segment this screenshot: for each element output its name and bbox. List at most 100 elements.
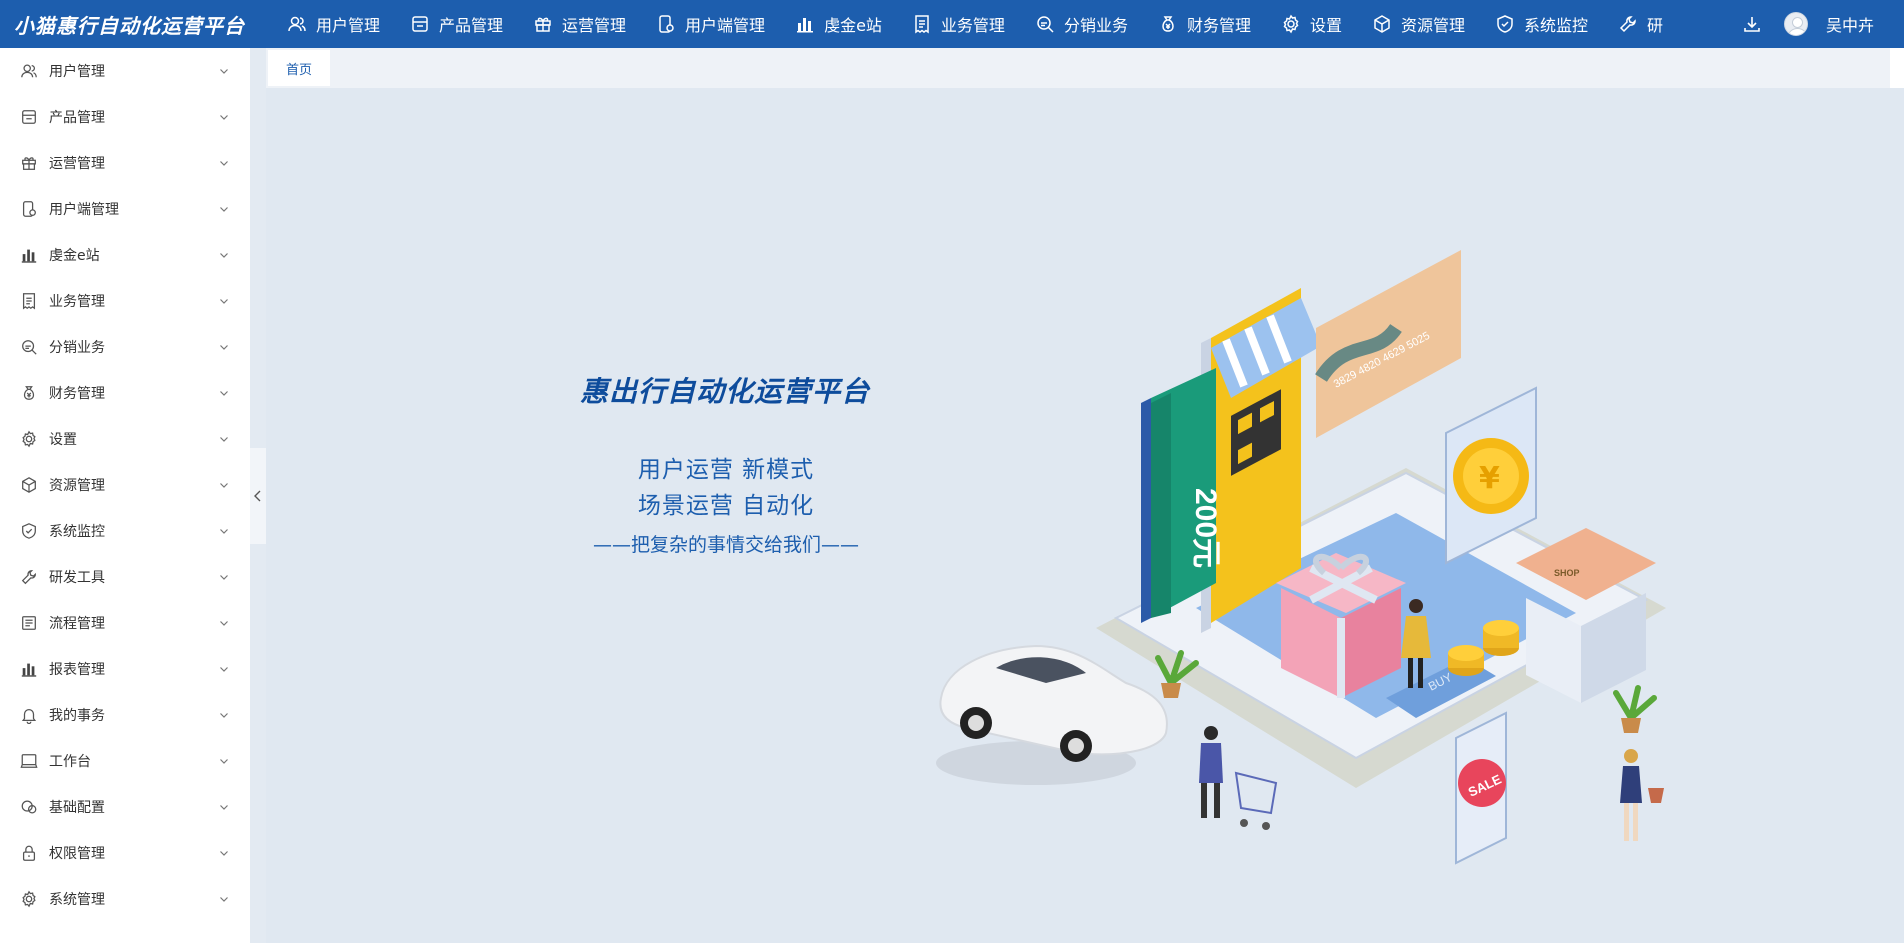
sidebar-item-label: 基础配置 bbox=[49, 800, 105, 816]
top-nav: 用户管理 产品管理 运营管理 用户端管理 虔金e站 业务管理 分销业务 财务管理… bbox=[272, 0, 1728, 48]
top-nav-item-user[interactable]: 用户管理 bbox=[272, 0, 395, 48]
download-icon[interactable] bbox=[1742, 14, 1762, 34]
sidebar-item-business-management[interactable]: 业务管理 bbox=[0, 278, 250, 324]
sidebar-item-my-tasks[interactable]: 我的事务 bbox=[0, 692, 250, 738]
chevron-down-icon bbox=[220, 805, 228, 810]
chevron-down-icon bbox=[220, 69, 228, 74]
sidebar-item-distribution[interactable]: 分销业务 bbox=[0, 324, 250, 370]
chevron-down-icon bbox=[220, 253, 228, 258]
sidebar-item-permissions[interactable]: 权限管理 bbox=[0, 830, 250, 876]
hero-illustration: BUY 200元 3829 4820 4629 5025 ¥ SHOP SALE bbox=[936, 250, 1666, 865]
gear-icon bbox=[1283, 14, 1299, 34]
user-icon bbox=[288, 16, 306, 32]
brand-logo[interactable]: 小猫惠行自动化运营平台 bbox=[0, 10, 272, 39]
top-nav-item-client[interactable]: 用户端管理 bbox=[641, 0, 780, 48]
top-nav-label: 业务管理 bbox=[940, 16, 1005, 35]
sidebar-item-label: 工作台 bbox=[49, 754, 91, 770]
top-nav-label: 分销业务 bbox=[1063, 16, 1128, 35]
sidebar-item-reports[interactable]: 报表管理 bbox=[0, 646, 250, 692]
sidebar-item-product-management[interactable]: 产品管理 bbox=[0, 94, 250, 140]
sidebar-item-label: 资源管理 bbox=[49, 478, 105, 494]
bar-chart-icon bbox=[21, 249, 37, 263]
main-content: 惠出行自动化运营平台 用户运营 新模式 场景运营 自动化 ——把复杂的事情交给我… bbox=[266, 88, 1904, 943]
top-nav-item-distribution[interactable]: 分销业务 bbox=[1020, 0, 1143, 48]
product-icon bbox=[412, 16, 428, 32]
hero-slogan-1: 用户运营 新模式 bbox=[637, 457, 815, 483]
sidebar-item-resource[interactable]: 资源管理 bbox=[0, 462, 250, 508]
top-nav-item-resource[interactable]: 资源管理 bbox=[1357, 0, 1480, 48]
phone-user-icon bbox=[22, 201, 36, 217]
sidebar-item-client-management[interactable]: 用户端管理 bbox=[0, 186, 250, 232]
top-nav-item-finance[interactable]: 财务管理 bbox=[1143, 0, 1266, 48]
sidebar-item-label: 虔金e站 bbox=[49, 248, 100, 264]
search-doc-icon bbox=[1037, 16, 1054, 33]
sidebar-item-estation[interactable]: 虔金e站 bbox=[0, 232, 250, 278]
shield-icon bbox=[22, 523, 36, 539]
hero-tagline: ——把复杂的事情交给我们—— bbox=[592, 534, 859, 556]
chevron-down-icon bbox=[220, 299, 228, 304]
coupon-shadow bbox=[1141, 398, 1151, 623]
username[interactable]: 吴中卉 bbox=[1826, 12, 1874, 36]
sidebar-item-basic-config[interactable]: 基础配置 bbox=[0, 784, 250, 830]
sidebar-item-label: 我的事务 bbox=[49, 708, 105, 724]
top-nav-label: 系统监控 bbox=[1524, 16, 1589, 35]
top-nav-item-product[interactable]: 产品管理 bbox=[395, 0, 518, 48]
wrench-icon bbox=[21, 570, 36, 585]
top-nav-label: 产品管理 bbox=[439, 16, 504, 35]
receipt-icon bbox=[915, 15, 929, 34]
sidebar-item-label: 系统管理 bbox=[49, 892, 105, 908]
sidebar-item-operation-management[interactable]: 运营管理 bbox=[0, 140, 250, 186]
sidebar-item-dev-tools[interactable]: 研发工具 bbox=[0, 554, 250, 600]
bell-icon bbox=[21, 708, 37, 724]
chevron-down-icon bbox=[220, 529, 228, 534]
avatar[interactable] bbox=[1783, 12, 1808, 36]
chevron-left-icon bbox=[254, 490, 261, 502]
sidebar-item-label: 设置 bbox=[49, 432, 77, 448]
gear-icon bbox=[22, 890, 36, 908]
tab-home[interactable]: 首页 bbox=[268, 50, 331, 86]
chevron-down-icon bbox=[220, 161, 228, 166]
top-nav-label: 研 bbox=[1647, 16, 1664, 35]
chevron-down-icon bbox=[220, 483, 228, 488]
chevron-down-icon bbox=[220, 345, 228, 350]
sidebar-item-label: 产品管理 bbox=[49, 110, 105, 126]
sidebar-item-process[interactable]: 流程管理 bbox=[0, 600, 250, 646]
sidebar-item-system-monitor[interactable]: 系统监控 bbox=[0, 508, 250, 554]
tab-bar-scroll[interactable] bbox=[1890, 48, 1904, 88]
tab-bar: 首页 bbox=[266, 48, 1904, 88]
sidebar-collapse-toggle[interactable] bbox=[250, 448, 266, 544]
chevron-down-icon bbox=[220, 115, 228, 120]
top-nav-item-devtools[interactable]: 研 bbox=[1603, 0, 1667, 48]
chevron-down-icon bbox=[220, 621, 228, 626]
lock-icon bbox=[22, 845, 36, 861]
coupon-value: 200元 bbox=[1189, 488, 1222, 568]
chevron-down-icon bbox=[220, 437, 228, 442]
monitor-icon bbox=[20, 754, 38, 768]
header-user-area: 吴中卉 bbox=[1728, 0, 1904, 48]
top-nav-item-operation[interactable]: 运营管理 bbox=[518, 0, 641, 48]
top-nav-label: 设置 bbox=[1309, 16, 1342, 35]
hero-title: 惠出行自动化运营平台 bbox=[579, 375, 870, 408]
money-bag-icon bbox=[23, 386, 35, 400]
sidebar-item-label: 业务管理 bbox=[49, 294, 105, 310]
top-nav-item-estation[interactable]: 虔金e站 bbox=[780, 0, 897, 48]
shield-icon bbox=[1497, 15, 1513, 33]
yuan-symbol: ¥ bbox=[1479, 461, 1500, 496]
sidebar-item-label: 权限管理 bbox=[49, 846, 105, 862]
sidebar-item-label: 用户端管理 bbox=[49, 202, 119, 218]
sidebar-item-settings[interactable]: 设置 bbox=[0, 416, 250, 462]
sidebar-item-user-management[interactable]: 用户管理 bbox=[0, 48, 250, 94]
sidebar-item-workbench[interactable]: 工作台 bbox=[0, 738, 250, 784]
sidebar-item-system-management[interactable]: 系统管理 bbox=[0, 876, 250, 922]
top-nav-item-settings[interactable]: 设置 bbox=[1266, 0, 1357, 48]
top-nav-label: 财务管理 bbox=[1186, 16, 1251, 35]
bar-chart-icon bbox=[21, 663, 37, 677]
man-with-cart bbox=[1199, 726, 1278, 830]
top-nav-item-business[interactable]: 业务管理 bbox=[897, 0, 1020, 48]
search-doc-icon bbox=[22, 340, 37, 355]
top-nav-item-monitor[interactable]: 系统监控 bbox=[1480, 0, 1603, 48]
bar-chart-icon bbox=[797, 18, 814, 33]
hero-slogan-2: 场景运营 自动化 bbox=[637, 493, 815, 519]
chevron-down-icon bbox=[220, 575, 228, 580]
sidebar-item-finance[interactable]: 财务管理 bbox=[0, 370, 250, 416]
